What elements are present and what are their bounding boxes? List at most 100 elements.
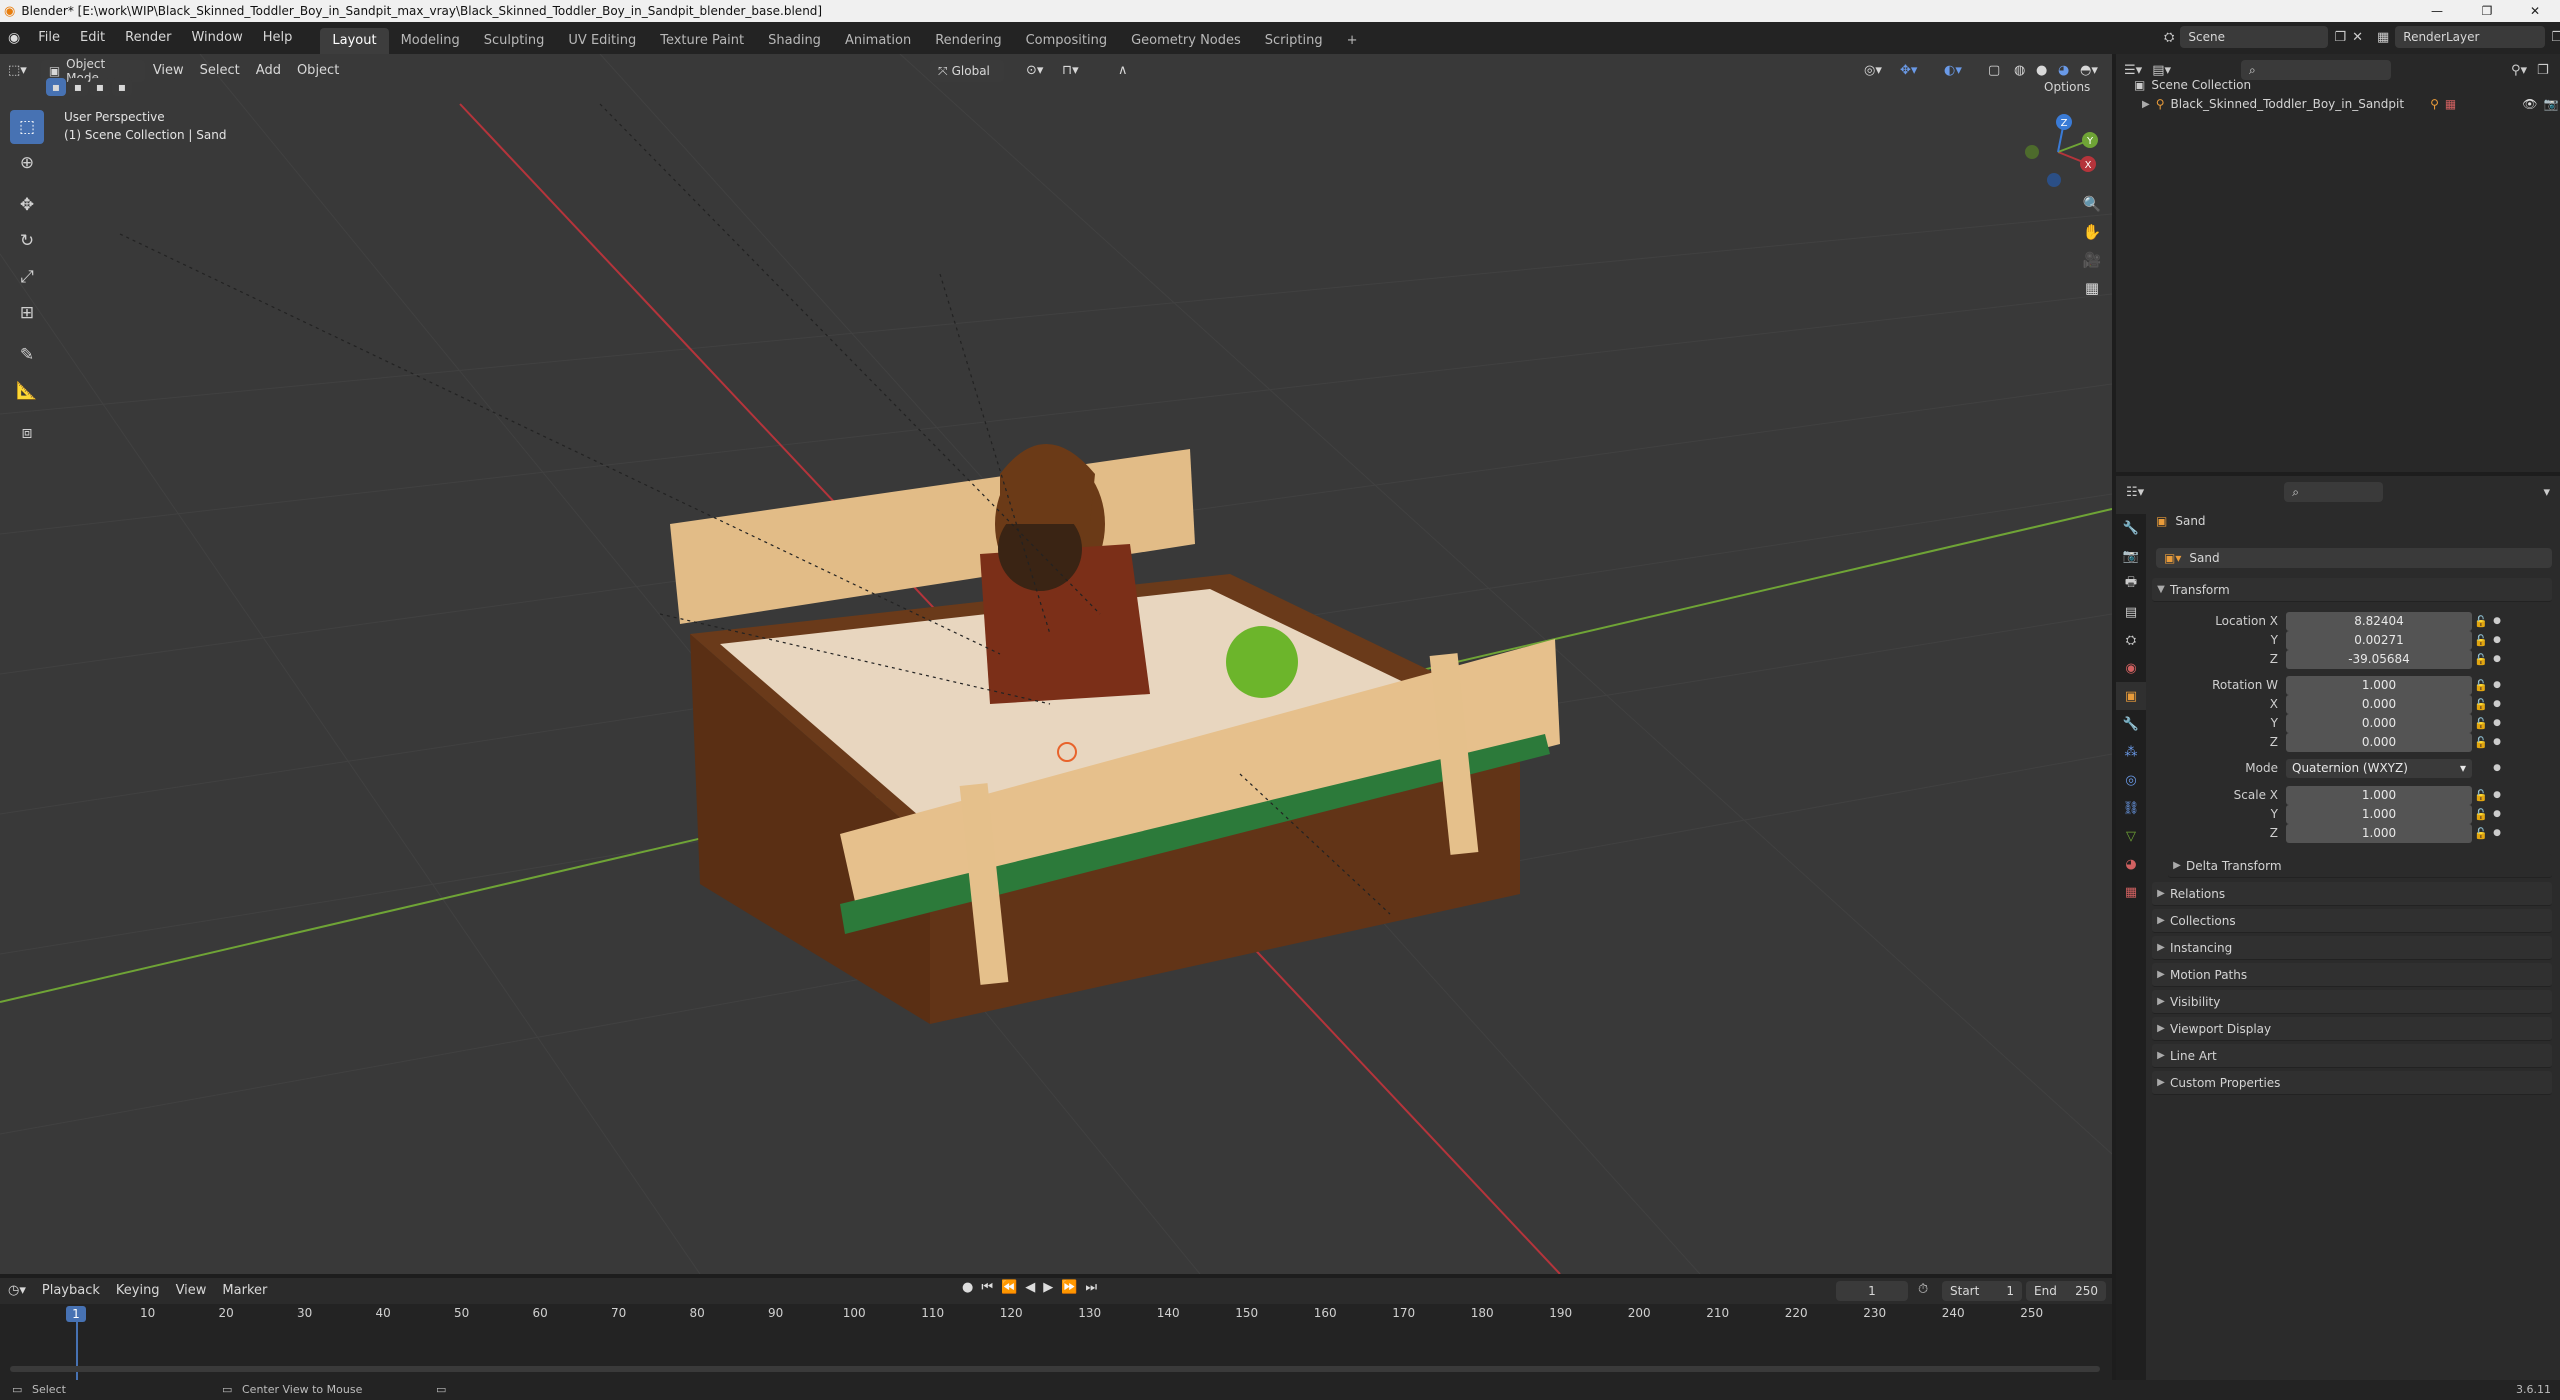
measure-tool-icon[interactable]: 📐 xyxy=(10,374,44,408)
jump-start-icon[interactable]: ⏮ xyxy=(981,1280,993,1295)
render-camera-icon[interactable]: 📷 xyxy=(2543,97,2558,111)
viewport-display-panel[interactable]: ▶ Viewport Display xyxy=(2152,1017,2552,1041)
delete-scene-icon[interactable]: ✕ xyxy=(2352,30,2363,45)
menu-select[interactable]: Select xyxy=(192,58,248,84)
select-extend-icon[interactable]: ▪ xyxy=(68,78,88,96)
collections-panel[interactable]: ▶ Collections xyxy=(2152,909,2552,933)
navigation-gizmo[interactable]: X Y Z xyxy=(2018,112,2098,192)
pan-hand-icon[interactable]: ✋ xyxy=(2078,218,2106,246)
custom-properties-panel[interactable]: ▶ Custom Properties xyxy=(2152,1071,2552,1095)
menu-object[interactable]: Object xyxy=(289,58,347,84)
keyframe-dot-icon[interactable]: ● xyxy=(2490,680,2504,690)
stopwatch-icon[interactable]: ⏱ xyxy=(1918,1282,1928,1297)
menu-render[interactable]: Render xyxy=(115,22,181,54)
properties-editor-icon[interactable]: ☷▾ xyxy=(2126,485,2144,500)
tool-tab-icon[interactable]: 🔧 xyxy=(2116,514,2146,542)
lock-icon[interactable]: 🔓 xyxy=(2472,827,2490,840)
instancing-panel[interactable]: ▶ Instancing xyxy=(2152,936,2552,960)
orientation-selector[interactable]: ⤧ Global xyxy=(930,60,1004,82)
keyframe-dot-icon[interactable]: ● xyxy=(2490,809,2504,819)
lock-icon[interactable]: 🔓 xyxy=(2472,698,2490,711)
render-layer-icon[interactable]: ▦ xyxy=(2377,30,2389,45)
relations-panel[interactable]: ▶ Relations xyxy=(2152,882,2552,906)
lock-icon[interactable]: 🔓 xyxy=(2472,679,2490,692)
scene-selector[interactable]: Scene xyxy=(2180,26,2329,48)
keyframe-dot-icon[interactable]: ● xyxy=(2490,737,2504,747)
menu-playback[interactable]: Playback xyxy=(34,1278,108,1304)
close-button[interactable]: ✕ xyxy=(2512,0,2558,22)
object-datablock-field[interactable]: ▣▾ Sand xyxy=(2156,548,2552,568)
visibility-icon[interactable]: ◎▾ xyxy=(1856,58,1890,84)
transform-tool-icon[interactable]: ⊞ xyxy=(10,296,44,330)
outliner-root-row[interactable]: ▣ Scene Collection xyxy=(2134,78,2251,92)
constraints-tab-icon[interactable]: ⛓ xyxy=(2116,794,2146,822)
keyframe-dot-icon[interactable]: ● xyxy=(2490,763,2504,773)
menu-edit[interactable]: Edit xyxy=(70,22,115,54)
new-scene-icon[interactable]: ❐ xyxy=(2334,30,2346,45)
editor-type-icon[interactable]: ⬚▾ xyxy=(0,58,35,84)
material-tab-icon[interactable]: ◕ xyxy=(2116,850,2146,878)
transform-panel-header[interactable]: ▼ Transform xyxy=(2152,578,2552,602)
keyframe-dot-icon[interactable]: ● xyxy=(2490,790,2504,800)
select-new-icon[interactable]: ▪ xyxy=(46,78,66,96)
lock-icon[interactable]: 🔓 xyxy=(2472,634,2490,647)
menu-help[interactable]: Help xyxy=(253,22,303,54)
outliner-search-input[interactable]: ⌕ xyxy=(2241,60,2391,80)
rotation-z-field[interactable]: 0.000 xyxy=(2286,732,2472,752)
options-dropdown[interactable]: Options xyxy=(2044,80,2090,94)
modifier-tab-icon[interactable]: 🔧 xyxy=(2116,710,2146,738)
output-tab-icon[interactable]: 🖶 xyxy=(2116,570,2146,598)
physics-tab-icon[interactable]: ◎ xyxy=(2116,766,2146,794)
rotate-tool-icon[interactable]: ↻ xyxy=(10,224,44,258)
data-tab-icon[interactable]: ▽ xyxy=(2116,822,2146,850)
zoom-icon[interactable]: 🔍 xyxy=(2078,190,2106,218)
lock-icon[interactable]: 🔓 xyxy=(2472,736,2490,749)
menu-window[interactable]: Window xyxy=(181,22,252,54)
move-tool-icon[interactable]: ✥ xyxy=(10,188,44,222)
scale-z-field[interactable]: 1.000 xyxy=(2286,823,2472,843)
new-collection-icon[interactable]: ❐ xyxy=(2537,63,2549,78)
render-layer-selector[interactable]: RenderLayer xyxy=(2395,26,2546,48)
timeline-scrollbar[interactable] xyxy=(10,1366,2100,1372)
select-subtract-icon[interactable]: ▪ xyxy=(90,78,110,96)
line-art-panel[interactable]: ▶ Line Art xyxy=(2152,1044,2552,1068)
camera-view-icon[interactable]: 🎥 xyxy=(2078,246,2106,274)
tab-scripting[interactable]: Scripting xyxy=(1253,28,1335,54)
gizmo-toggle-icon[interactable]: ✥▾ xyxy=(1892,58,1925,84)
particles-tab-icon[interactable]: ⁂ xyxy=(2116,738,2146,766)
jump-end-icon[interactable]: ⏭ xyxy=(1085,1280,1097,1295)
proportional-edit-icon[interactable]: ∧ xyxy=(1110,58,1136,84)
scale-tool-icon[interactable]: ⤢ xyxy=(10,260,44,294)
properties-search-input[interactable]: ⌕ xyxy=(2284,482,2384,502)
select-box-tool-icon[interactable]: ⬚ xyxy=(10,110,44,144)
3d-viewport[interactable]: ⬚▾ ▣ Object Mode View Select Add Object … xyxy=(0,54,2112,1274)
lock-icon[interactable]: 🔓 xyxy=(2472,717,2490,730)
tab-shading[interactable]: Shading xyxy=(756,28,833,54)
restore-button[interactable]: ❐ xyxy=(2464,0,2510,22)
current-frame-field[interactable]: 1 xyxy=(1836,1281,1908,1301)
tab-compositing[interactable]: Compositing xyxy=(1014,28,1120,54)
ortho-grid-icon[interactable]: ▦ xyxy=(2078,274,2106,302)
annotate-tool-icon[interactable]: ✎ xyxy=(10,338,44,372)
tab-animation[interactable]: Animation xyxy=(833,28,923,54)
keyframe-dot-icon[interactable]: ● xyxy=(2490,718,2504,728)
end-frame-field[interactable]: End 250 xyxy=(2026,1281,2106,1301)
visibility-panel[interactable]: ▶ Visibility xyxy=(2152,990,2552,1014)
keyframe-dot-icon[interactable]: ● xyxy=(2490,699,2504,709)
tab-geometry-nodes[interactable]: Geometry Nodes xyxy=(1119,28,1253,54)
options-chevron-icon[interactable]: ▾ xyxy=(2543,485,2550,500)
rotation-mode-select[interactable]: Quaternion (WXYZ) ▾ xyxy=(2286,758,2472,778)
view-layer-tab-icon[interactable]: ▤ xyxy=(2116,598,2146,626)
start-frame-field[interactable]: Start 1 xyxy=(1942,1281,2022,1301)
lock-icon[interactable]: 🔓 xyxy=(2472,653,2490,666)
location-z-field[interactable]: -39.05684 xyxy=(2286,649,2472,669)
menu-view[interactable]: View xyxy=(145,58,192,84)
menu-timeline-view[interactable]: View xyxy=(168,1278,215,1304)
scene-tab-icon[interactable]: ⛭ xyxy=(2116,626,2146,654)
delta-transform-panel[interactable]: ▶ Delta Transform xyxy=(2168,854,2552,878)
record-icon[interactable]: ● xyxy=(962,1280,973,1295)
render-tab-icon[interactable]: 📷 xyxy=(2116,542,2146,570)
xray-icon[interactable]: ▢ xyxy=(1980,58,2008,84)
snap-icon[interactable]: ⊓▾ xyxy=(1054,58,1087,84)
keyframe-dot-icon[interactable]: ● xyxy=(2490,654,2504,664)
